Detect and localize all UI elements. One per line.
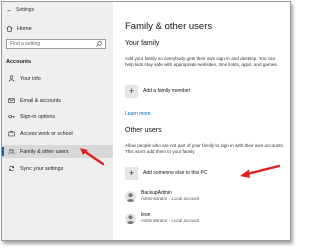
plus-icon: + [125, 166, 138, 180]
add-family-member-label: Add a family member [143, 88, 191, 94]
search-input[interactable]: Find a setting [6, 39, 106, 49]
user-role: Administrator - Local account [141, 196, 200, 201]
add-someone-else-button[interactable]: + Add someone else to this PC [125, 166, 207, 180]
settings-window: ← Settings Home Find a setting Accounts … [1, 1, 291, 241]
sidebar-item-label: Family & other users [20, 148, 69, 155]
person-icon [8, 75, 15, 82]
sync-icon [8, 165, 15, 172]
section-heading-accounts: Accounts [6, 59, 32, 65]
page-title: Family & other users [125, 21, 213, 32]
user-avatar-icon [125, 212, 136, 224]
add-someone-else-label: Add someone else to this PC [143, 170, 208, 176]
learn-more-link[interactable]: Learn more [125, 111, 151, 117]
back-arrow-icon[interactable]: ← [6, 7, 13, 14]
mail-icon [8, 97, 15, 104]
sidebar-item-your-info[interactable]: Your info [2, 72, 113, 85]
sidebar-item-label: Sign-in options [20, 113, 56, 120]
your-family-heading: Your family [125, 40, 160, 47]
sidebar-item-label: Sync your settings [20, 165, 64, 172]
title-bar: ← Settings [6, 5, 34, 15]
sidebar-item-label: Email & accounts [20, 97, 61, 104]
annotation-arrow-sidebar [80, 148, 105, 166]
user-account-backupadmin[interactable]: BackupAdmin Administrator - Local accoun… [125, 188, 199, 204]
add-family-member-button[interactable]: + Add a family member [125, 84, 190, 98]
your-family-description: Add your family so everybody gets their … [125, 56, 278, 68]
family-icon [8, 148, 15, 155]
home-icon [6, 25, 13, 32]
other-users-heading: Other users [125, 127, 162, 134]
main-content: Family & other users Your family Add you… [113, 2, 290, 240]
user-role: Administrator - Local account [141, 218, 200, 223]
search-icon [96, 41, 102, 47]
user-text: leon Administrator - Local account [141, 212, 199, 224]
sidebar-item-access-work-school[interactable]: Access work or school [2, 127, 113, 140]
briefcase-icon [8, 130, 15, 137]
search-placeholder: Find a setting [10, 41, 41, 47]
sidebar-item-email-accounts[interactable]: Email & accounts [2, 94, 113, 107]
home-label: Home [17, 25, 32, 32]
user-text: BackupAdmin Administrator - Local accoun… [141, 190, 199, 202]
sidebar-item-label: Your info [20, 75, 41, 82]
key-icon [8, 113, 15, 120]
user-avatar-icon [125, 190, 136, 202]
other-users-description: Allow people who are not part of your fa… [125, 143, 285, 155]
user-account-leon[interactable]: leon Administrator - Local account [125, 210, 199, 226]
home-link[interactable]: Home [6, 24, 32, 33]
window-title: Settings [16, 7, 35, 13]
sidebar-item-sign-in-options[interactable]: Sign-in options [2, 110, 113, 123]
sidebar: ← Settings Home Find a setting Accounts … [2, 2, 113, 240]
plus-icon: + [125, 84, 138, 98]
sidebar-item-label: Access work or school [20, 130, 73, 137]
annotation-arrow-main [240, 164, 281, 178]
